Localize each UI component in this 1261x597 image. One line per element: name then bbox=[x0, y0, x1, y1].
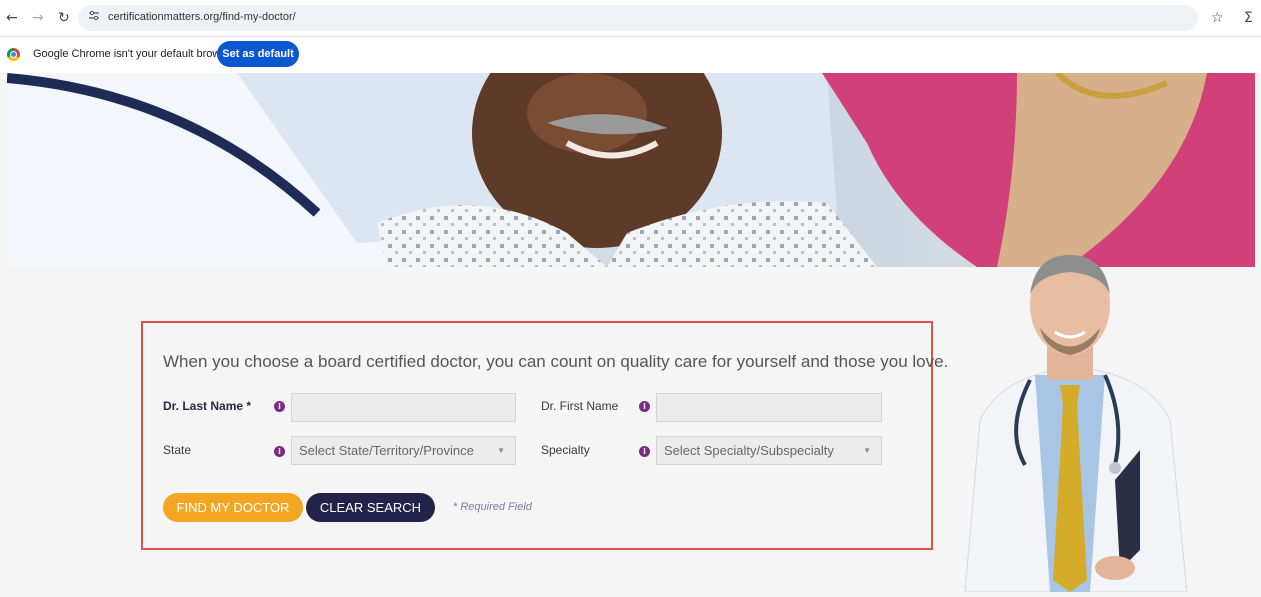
chevron-down-icon: ▼ bbox=[497, 446, 505, 455]
find-my-doctor-button[interactable]: FIND MY DOCTOR bbox=[163, 493, 303, 522]
state-info-icon[interactable]: i bbox=[274, 446, 285, 457]
chevron-down-icon: ▼ bbox=[863, 446, 871, 455]
hero-banner-image bbox=[7, 73, 1255, 267]
infobar-message: Google Chrome isn't your default browser bbox=[33, 48, 236, 60]
last-name-info-icon[interactable]: i bbox=[274, 401, 285, 412]
star-icon[interactable]: ☆ bbox=[1211, 9, 1224, 27]
chrome-logo-icon bbox=[7, 48, 20, 61]
last-name-label: Dr. Last Name * bbox=[163, 399, 252, 413]
required-field-note: * Required Field bbox=[453, 501, 532, 513]
first-name-label: Dr. First Name bbox=[541, 399, 619, 413]
last-name-input[interactable] bbox=[291, 393, 516, 422]
state-label: State bbox=[163, 443, 192, 457]
specialty-label: Specialty bbox=[541, 443, 590, 457]
first-name-input[interactable] bbox=[656, 393, 882, 422]
url-text: certificationmatters.org/find-my-doctor/ bbox=[108, 11, 296, 23]
doctor-image bbox=[955, 250, 1190, 593]
forward-arrow-icon[interactable]: → bbox=[32, 9, 44, 27]
state-select-value: Select State/Territory/Province bbox=[299, 443, 474, 458]
specialty-select[interactable]: Select Specialty/Subspecialty ▼ bbox=[656, 436, 882, 465]
back-arrow-icon[interactable]: ← bbox=[6, 9, 18, 27]
reload-icon[interactable]: ↻ bbox=[58, 9, 70, 27]
first-name-info-icon[interactable]: i bbox=[639, 401, 650, 412]
specialty-select-value: Select Specialty/Subspecialty bbox=[664, 443, 834, 458]
specialty-info-icon[interactable]: i bbox=[639, 446, 650, 457]
clear-search-button[interactable]: CLEAR SEARCH bbox=[306, 493, 435, 522]
extensions-icon[interactable]: Σ bbox=[1244, 9, 1253, 27]
set-as-default-button[interactable]: Set as default bbox=[217, 41, 299, 67]
site-info-icon[interactable] bbox=[88, 10, 100, 25]
state-select[interactable]: Select State/Territory/Province ▼ bbox=[291, 436, 516, 465]
form-tagline: When you choose a board certified doctor… bbox=[163, 352, 949, 371]
